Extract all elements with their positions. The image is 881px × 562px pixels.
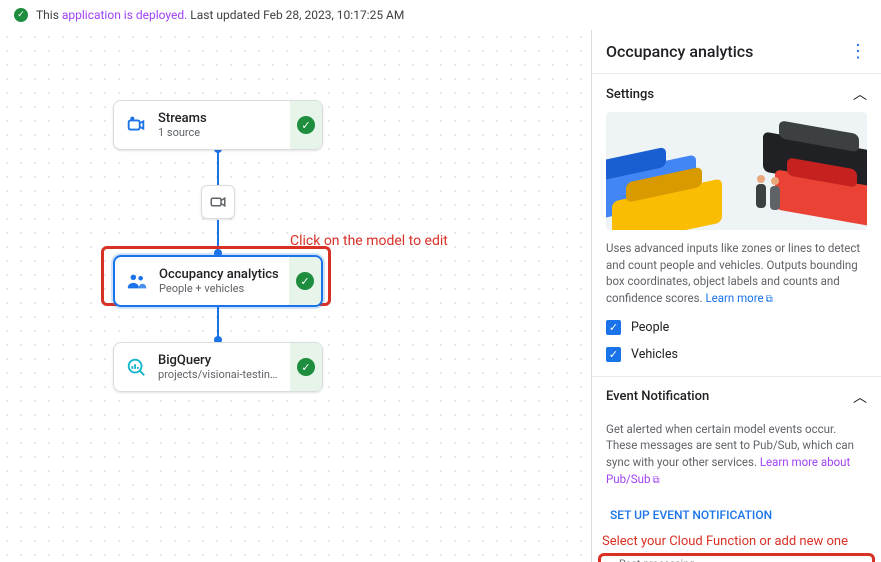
external-icon: ⧉ [652,475,659,486]
bigquery-icon [124,355,148,379]
event-description: Get alerted when certain model events oc… [592,415,881,497]
node-bigquery-sub: projects/visionai-testing-stabl... [158,368,280,381]
node-streams[interactable]: Streams 1 source ✓ [113,100,323,150]
people-icon [125,269,149,293]
streams-icon [124,113,148,137]
checkbox-vehicles-label: Vehicles [631,347,678,362]
main-area: Streams 1 source ✓ Click on the model to… [0,30,881,562]
node-streams-text: Streams 1 source [158,111,280,139]
node-bigquery[interactable]: BigQuery projects/visionai-testing-stabl… [113,342,323,392]
person-2 [770,186,780,210]
pipeline-canvas[interactable]: Streams 1 source ✓ Click on the model to… [0,30,591,562]
more-vert-icon[interactable]: ⋮ [849,43,867,61]
check-icon: ✓ [297,116,315,134]
settings-label: Settings [606,87,654,102]
car-yellow [612,178,722,230]
node-occupancy-text: Occupancy analytics People + vehicles [159,267,279,295]
status-success-icon: ✓ [14,8,28,22]
check-icon: ✓ [297,358,315,376]
check-icon: ✓ [296,272,314,290]
model-illustration [606,112,867,230]
camera-icon [209,193,227,211]
node-occupancy-status: ✓ [289,257,321,305]
status-text: This application is deployed. Last updat… [36,8,404,22]
car-red [775,169,867,227]
setup-event-notification-button[interactable]: SET UP EVENT NOTIFICATION [606,502,776,528]
checkbox-people-label: People [631,320,669,335]
settings-section-toggle[interactable]: Settings ︿ [592,74,881,112]
checkbox-people[interactable]: ✓ [606,320,621,335]
mini-camera-node[interactable] [201,185,235,219]
chevron-up-icon: ︿ [853,387,867,407]
post-processing-label: Post-processing [615,557,699,562]
event-label: Event Notification [606,389,709,404]
chevron-up-icon: ︿ [853,84,867,104]
node-bigquery-title: BigQuery [158,353,280,368]
checkbox-vehicles-row[interactable]: ✓ Vehicles [592,341,881,368]
learn-more-link[interactable]: Learn more⧉ [705,291,772,305]
person-1 [756,184,766,208]
checkbox-vehicles[interactable]: ✓ [606,347,621,362]
node-occupancy-sub: People + vehicles [159,282,279,295]
event-section-toggle[interactable]: Event Notification ︿ [592,377,881,415]
node-streams-title: Streams [158,111,280,126]
node-occupancy-analytics[interactable]: Occupancy analytics People + vehicles ✓ [113,255,323,307]
checkbox-people-row[interactable]: ✓ People [592,314,881,341]
annotation-select-function: Select your Cloud Function or add new on… [592,532,881,549]
status-prefix: This [36,8,62,22]
node-occupancy-title: Occupancy analytics [159,267,279,282]
details-panel: Occupancy analytics ⋮ Settings ︿ Uses ad… [591,30,881,562]
node-streams-sub: 1 source [158,126,280,139]
annotation-click-model: Click on the model to edit [290,233,448,249]
deploy-status-bar: ✓ This application is deployed. Last upd… [0,0,881,30]
post-processing-section: Post-processing pub-sub-test-mock-event … [600,555,873,562]
external-icon: ⧉ [766,294,773,305]
node-bigquery-status: ✓ [290,343,322,391]
model-description: Uses advanced inputs like zones or lines… [592,230,881,314]
panel-title: Occupancy analytics [606,42,753,61]
application-deployed-link[interactable]: application is deployed. [62,8,187,22]
status-updated: Last updated Feb 28, 2023, 10:17:25 AM [187,8,404,22]
panel-header: Occupancy analytics ⋮ [592,30,881,74]
panel-body: Settings ︿ Uses advanced inputs like zon… [592,74,881,562]
node-streams-status: ✓ [290,101,322,149]
node-bigquery-text: BigQuery projects/visionai-testing-stabl… [158,353,280,381]
